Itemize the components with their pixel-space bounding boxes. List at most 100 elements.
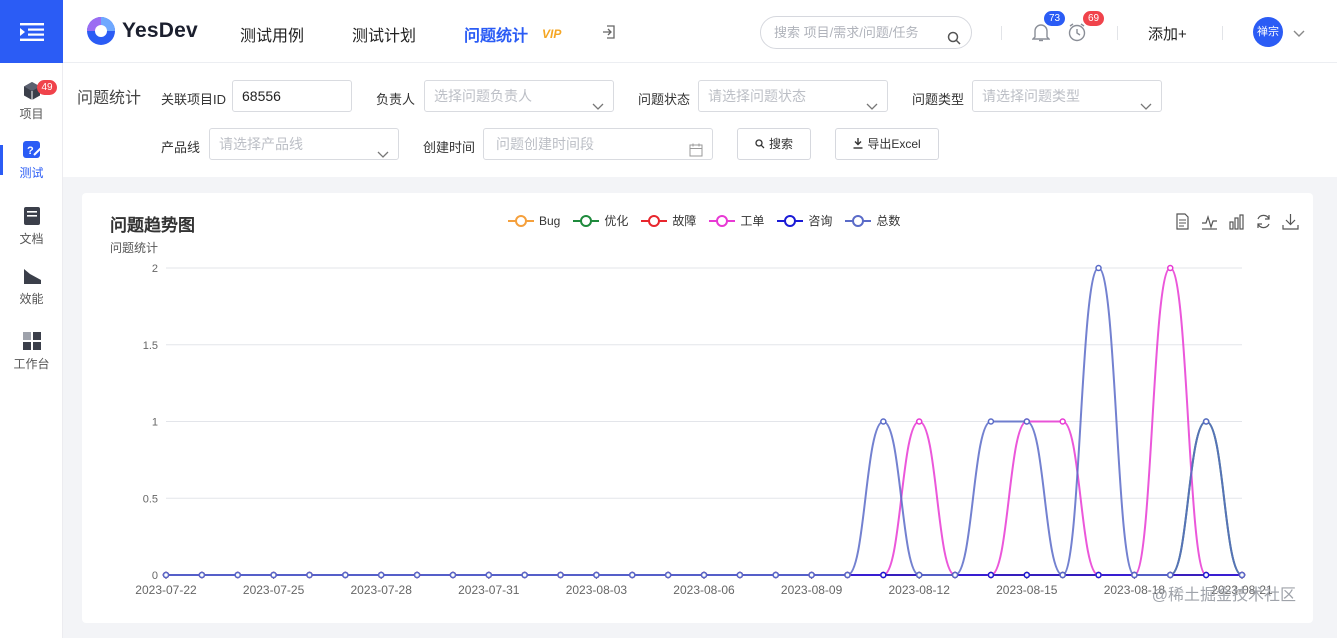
data-point <box>1023 418 1031 425</box>
data-point <box>736 571 744 579</box>
data-point <box>593 571 600 579</box>
data-point <box>234 571 241 579</box>
bar-chart-icon[interactable] <box>1228 213 1245 230</box>
data-point <box>772 571 779 579</box>
chart-legend: Bug 优化 故障 工单 咨询 总数 <box>508 212 913 229</box>
created-time-label: 创建时间 <box>423 140 476 155</box>
product-line-select[interactable]: 请选择产品线 <box>209 128 399 160</box>
data-point <box>880 571 887 579</box>
nav-test-cases[interactable]: 测试用例 <box>240 22 304 46</box>
data-point <box>1095 571 1102 579</box>
type-label: 问题类型 <box>912 92 965 107</box>
data-point <box>593 571 600 579</box>
legend-label: 工单 <box>740 214 765 228</box>
avatar[interactable]: 禅宗 <box>1253 17 1283 47</box>
reminder-badge: 69 <box>1083 11 1105 26</box>
data-point <box>198 571 206 579</box>
legend-item[interactable]: 优化 <box>573 212 628 229</box>
created-time-range-picker[interactable]: 问题创建时间段 <box>483 128 713 160</box>
data-point <box>1167 264 1174 272</box>
rail-item-project[interactable]: 项目 49 <box>0 72 63 130</box>
legend-item[interactable]: 工单 <box>709 212 764 229</box>
data-point <box>987 418 995 425</box>
data-point <box>1095 571 1102 579</box>
workbench-icon <box>21 330 43 352</box>
status-select[interactable]: 请选择问题状态 <box>698 80 888 112</box>
y-axis-unit-label: 问题统计 <box>110 241 159 255</box>
y-tick-label: 0 <box>152 570 158 582</box>
data-point <box>377 571 385 579</box>
rail-item-label: 效能 <box>19 292 44 306</box>
data-point <box>521 571 528 579</box>
header-divider <box>1001 26 1002 40</box>
data-point <box>449 571 457 579</box>
data-point <box>1131 571 1138 579</box>
legend-item[interactable]: 故障 <box>641 212 696 229</box>
bell-icon[interactable] <box>1031 22 1051 47</box>
data-point <box>664 571 672 579</box>
data-point <box>270 571 277 579</box>
search-icon[interactable] <box>947 25 961 48</box>
logo[interactable]: YesDev <box>86 16 198 46</box>
data-point <box>162 571 170 579</box>
rail-item-workbench[interactable]: 工作台 <box>0 322 63 380</box>
legend-marker <box>845 214 872 227</box>
status-placeholder: 请选择问题状态 <box>708 88 806 104</box>
rail-item-label: 项目 <box>19 107 44 121</box>
data-point <box>880 418 887 425</box>
search-button[interactable]: 搜索 <box>737 128 811 160</box>
data-point <box>736 571 744 579</box>
data-point <box>485 571 493 579</box>
exit-icon[interactable] <box>601 24 617 45</box>
restore-icon[interactable] <box>1255 213 1272 230</box>
global-search-input[interactable]: 搜索 项目/需求/问题/任务 <box>760 16 972 49</box>
rail-item-test[interactable]: ? 测试 <box>0 131 63 189</box>
data-point <box>1202 571 1210 579</box>
export-excel-button[interactable]: 导出Excel <box>835 128 939 160</box>
data-point <box>664 571 672 579</box>
data-point <box>342 571 349 579</box>
legend-marker <box>709 214 736 227</box>
data-point <box>234 571 241 579</box>
nav-test-plans[interactable]: 测试计划 <box>352 22 416 46</box>
chevron-down-icon[interactable] <box>1293 25 1305 43</box>
legend-item[interactable]: 咨询 <box>777 212 832 229</box>
rail-item-efficiency[interactable]: 效能 <box>0 257 63 315</box>
legend-marker <box>508 214 534 227</box>
data-point <box>1131 571 1138 579</box>
add-button[interactable]: 添加+ <box>1148 23 1187 44</box>
data-point <box>915 571 923 579</box>
menu-toggle-button[interactable] <box>0 0 63 63</box>
type-select[interactable]: 请选择问题类型 <box>972 80 1162 112</box>
data-view-icon[interactable] <box>1174 213 1191 230</box>
nav-issue-stats[interactable]: 问题统计 <box>464 22 528 46</box>
data-point <box>1023 571 1031 579</box>
issue-trend-chart: 0 0.5 1 1.5 2 2023-07-22 2023-07-25 2023-07-28 2… <box>135 263 1273 597</box>
data-point <box>700 571 708 579</box>
data-point <box>1059 571 1066 579</box>
data-point <box>413 571 421 579</box>
rail-item-docs[interactable]: 文档 <box>0 197 63 255</box>
assignee-select[interactable]: 选择问题负责人 <box>424 80 614 112</box>
data-point <box>270 571 277 579</box>
clock-icon[interactable] <box>1067 22 1087 47</box>
data-point <box>521 571 528 579</box>
project-id-input[interactable]: 68556 <box>232 80 352 112</box>
data-point <box>808 571 815 579</box>
legend-item[interactable]: Bug <box>508 212 560 229</box>
data-point <box>198 571 206 579</box>
data-point <box>485 571 493 579</box>
save-image-icon[interactable] <box>1282 213 1299 230</box>
line-chart-icon[interactable] <box>1201 213 1218 230</box>
legend-item[interactable]: 总数 <box>845 212 900 229</box>
header-divider <box>1222 26 1223 40</box>
data-point <box>700 571 708 579</box>
x-tick-label: 2023-08-15 <box>996 583 1058 597</box>
data-point <box>1059 571 1066 579</box>
legend-marker <box>777 214 804 227</box>
data-point <box>234 571 241 579</box>
legend-label: 总数 <box>876 214 901 228</box>
data-point <box>1238 571 1246 579</box>
data-point <box>629 571 636 579</box>
data-point <box>1202 418 1210 425</box>
